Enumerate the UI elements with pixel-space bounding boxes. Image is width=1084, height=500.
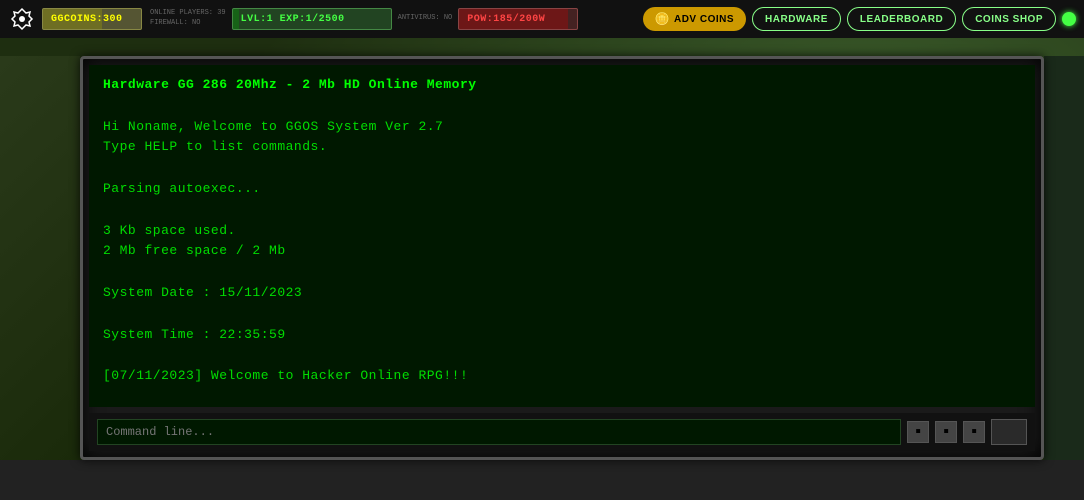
pow-label: POW:185/200W: [467, 14, 545, 25]
terminal-line: [07/11/2023] Welcome to Hacker Online RP…: [103, 366, 1021, 387]
terminal-line: Parsing autoexec...: [103, 179, 1021, 200]
players-info: ONLINE PLAYERS: 39: [150, 9, 226, 19]
terminal-line: Type HELP to list commands.: [103, 137, 1021, 158]
terminal-line: [103, 304, 1021, 325]
online-status-dot: [1062, 12, 1076, 26]
adv-coins-button[interactable]: 🪙 ADV COINS: [643, 7, 747, 31]
terminal-line: [103, 96, 1021, 117]
side-decoration-left: [0, 56, 80, 460]
terminal-line: Hi Noname, Welcome to GGOS System Ver 2.…: [103, 117, 1021, 138]
hardware-button[interactable]: HARDWARE: [752, 7, 841, 31]
terminal-input-area: ▪ ▪ ▪: [89, 413, 1035, 451]
terminal-btn-1[interactable]: ▪: [907, 421, 929, 443]
leaderboard-button[interactable]: LEADERBOARD: [847, 7, 956, 31]
side-decoration-right: [1044, 56, 1084, 460]
bottom-decoration: [0, 460, 1084, 500]
terminal-line: [103, 158, 1021, 179]
terminal-line: Hardware GG 286 20Mhz - 2 Mb HD Online M…: [103, 75, 1021, 96]
pow-bar[interactable]: POW:185/200W: [458, 8, 578, 30]
coins-shop-button[interactable]: COINS SHOP: [962, 7, 1056, 31]
terminal-btn-3[interactable]: ▪: [963, 421, 985, 443]
coins-label: GGCOINS:300: [51, 14, 123, 25]
command-input[interactable]: [97, 419, 901, 445]
terminal-line: [103, 262, 1021, 283]
exp-label: LVL:1 EXP:1/2500: [241, 14, 345, 25]
terminal-btn-lg[interactable]: [991, 419, 1027, 445]
logo-icon: [8, 5, 36, 33]
exp-bar[interactable]: LVL:1 EXP:1/2500: [232, 8, 392, 30]
antivirus-info: ANTIVIRUS: NO: [398, 14, 453, 22]
firewall-info: FIREWALL: NO: [150, 19, 226, 29]
terminal-line: [103, 345, 1021, 366]
terminal-line: 2 Mb free space / 2 Mb: [103, 241, 1021, 262]
terminal-line: [103, 200, 1021, 221]
terminal-line: [103, 387, 1021, 407]
terminal-btn-2[interactable]: ▪: [935, 421, 957, 443]
terminal-line: 3 Kb space used.: [103, 221, 1021, 242]
coins-bar[interactable]: GGCOINS:300: [42, 8, 142, 30]
terminal-line: System Date : 15/11/2023: [103, 283, 1021, 304]
terminal-frame: Hardware GG 286 20Mhz - 2 Mb HD Online M…: [80, 56, 1044, 460]
terminal-line: System Time : 22:35:59: [103, 325, 1021, 346]
topbar: GGCOINS:300 ONLINE PLAYERS: 39 FIREWALL:…: [0, 0, 1084, 38]
terminal-screen: Hardware GG 286 20Mhz - 2 Mb HD Online M…: [89, 65, 1035, 407]
